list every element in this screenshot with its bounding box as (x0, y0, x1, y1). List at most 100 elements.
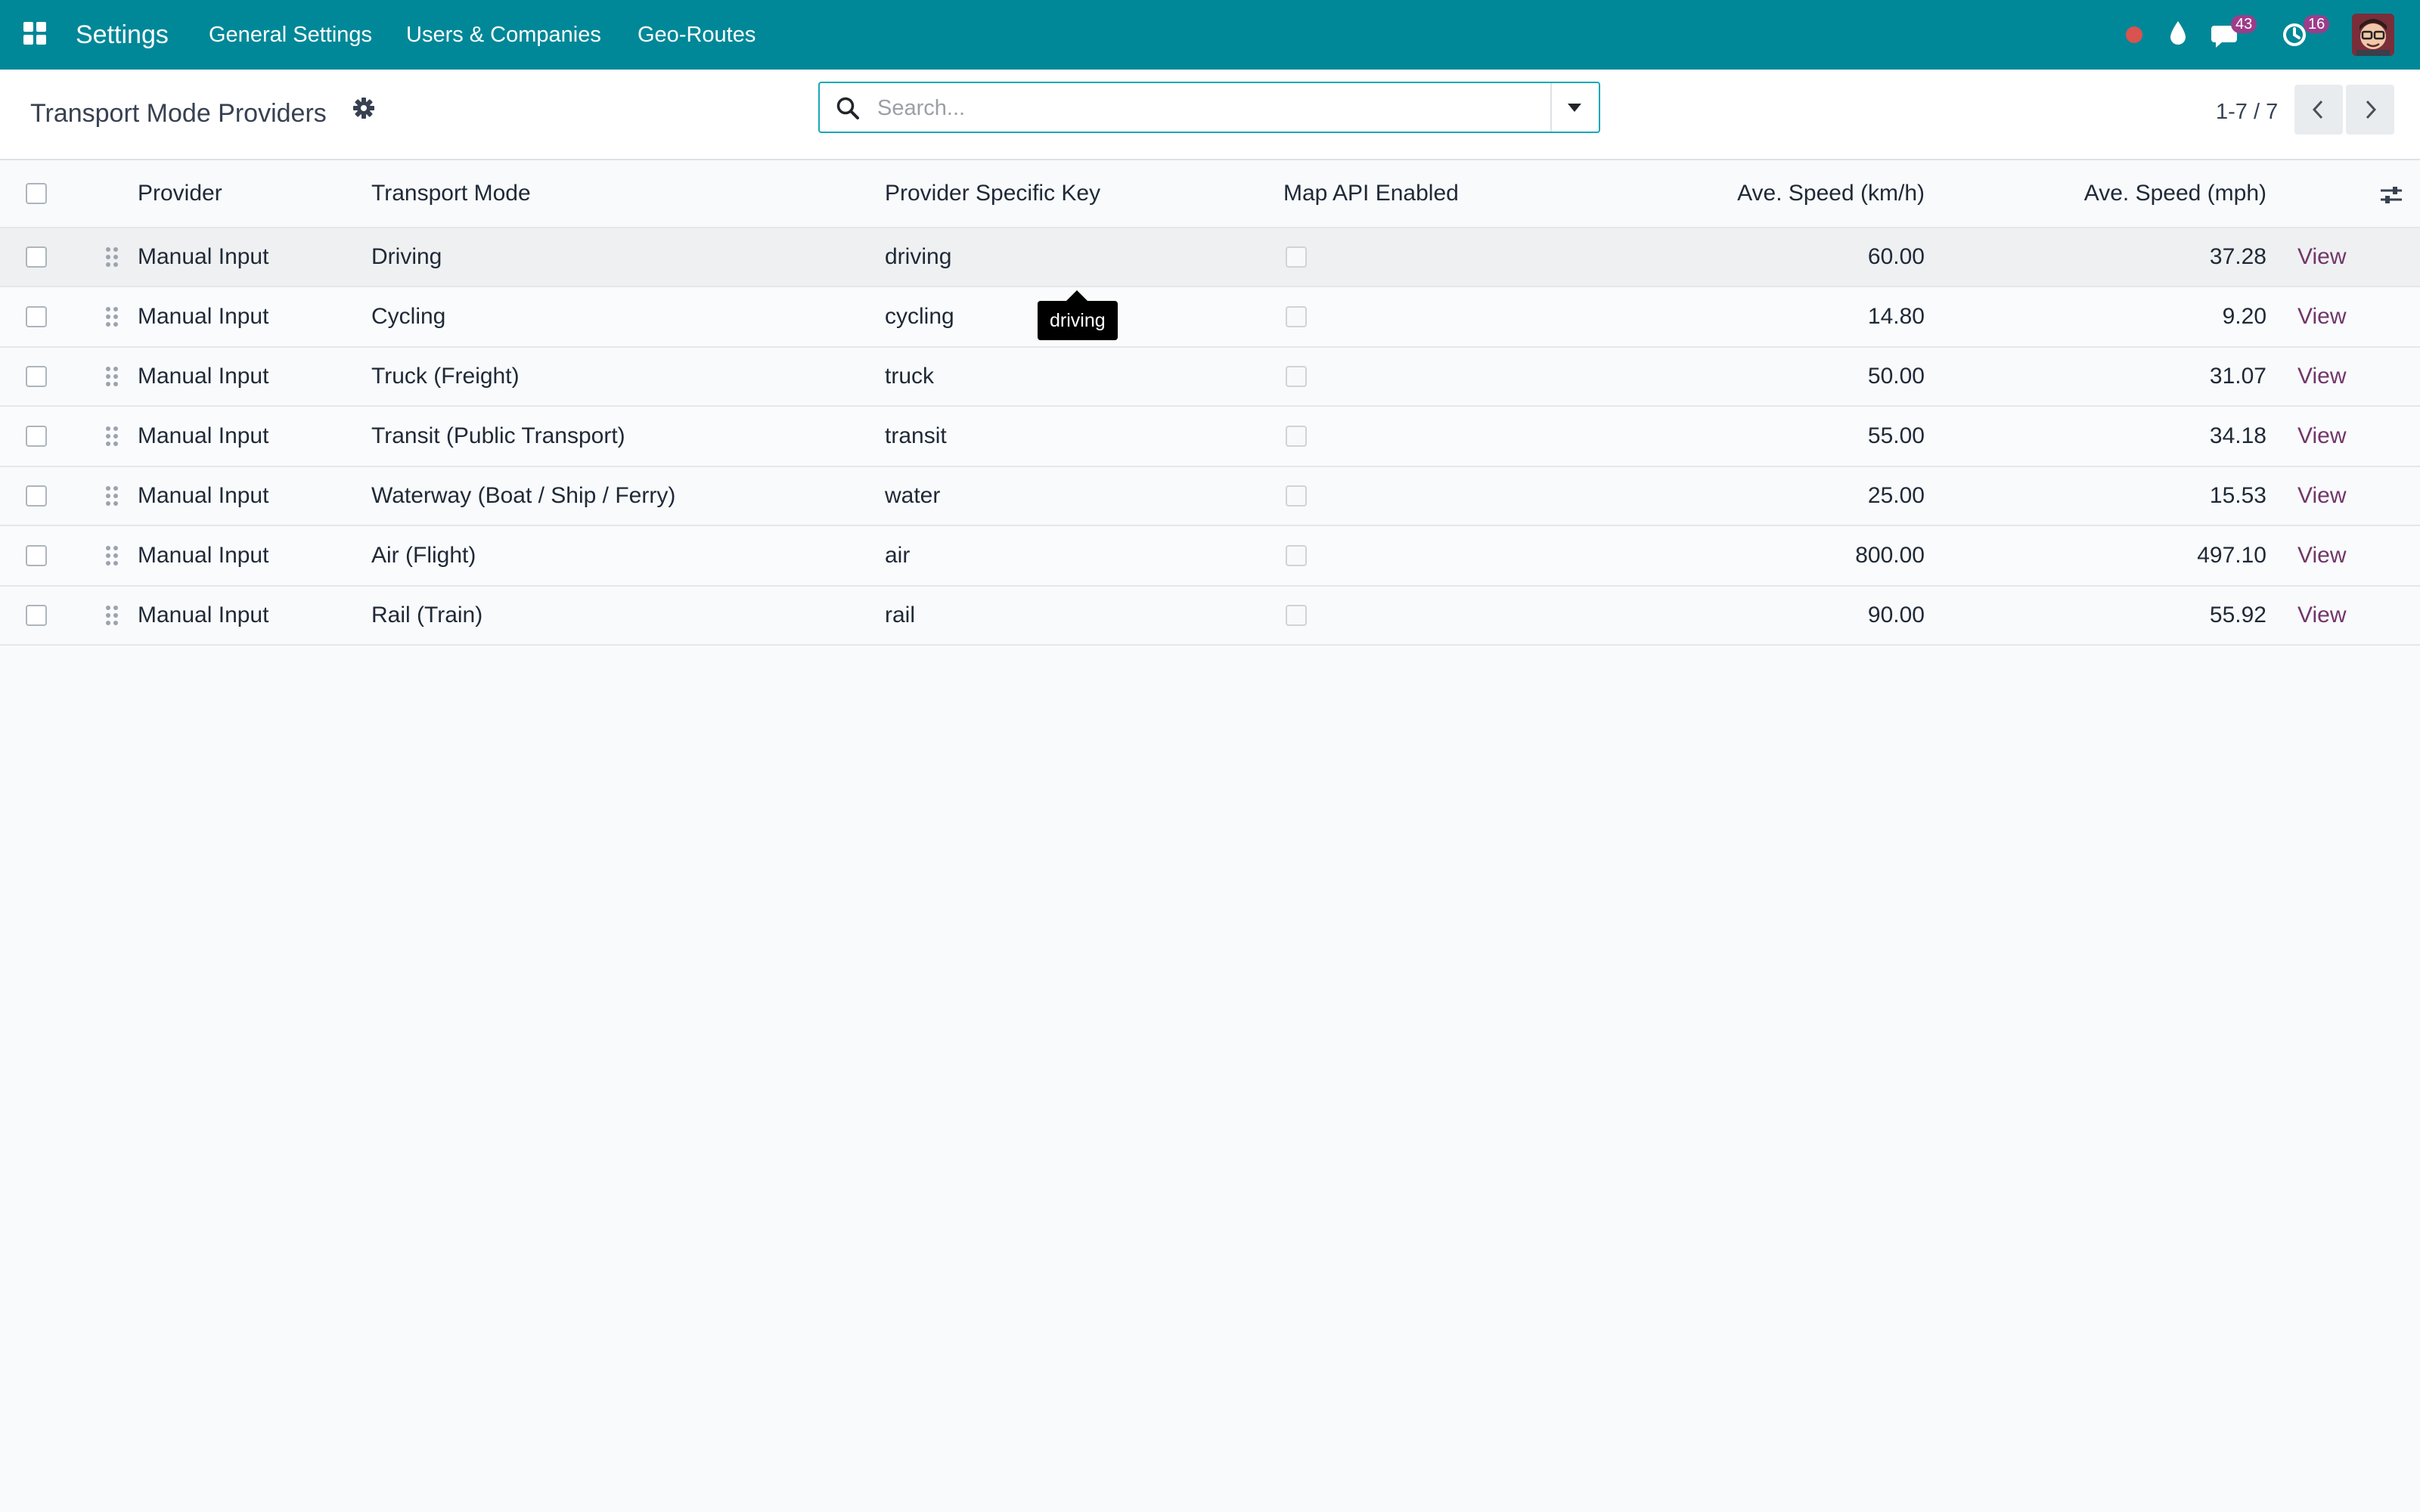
view-button[interactable]: View (2297, 244, 2346, 270)
cell-provider-key: rail (885, 603, 916, 627)
menu-general-settings[interactable]: General Settings (209, 0, 372, 70)
table-row[interactable]: Manual Input Cycling cycling 14.80 9.20 View (0, 287, 2420, 348)
map-api-enabled-checkbox (1286, 306, 1307, 327)
cell-provider-key: transit (885, 423, 947, 448)
table-row[interactable]: Manual Input Rail (Train) rail 90.00 55.92 Vi… (0, 587, 2420, 646)
recording-dot-icon[interactable] (2124, 24, 2145, 45)
map-api-enabled-checkbox (1286, 426, 1307, 447)
droplet-icon[interactable] (2167, 20, 2189, 47)
view-button[interactable]: View (2297, 423, 2346, 449)
pager-next-button[interactable] (2346, 85, 2394, 135)
search-box (818, 82, 1600, 133)
row-select-checkbox[interactable] (26, 366, 47, 387)
chevron-left-icon (2312, 100, 2323, 119)
view-button[interactable]: View (2297, 483, 2346, 509)
view-button[interactable]: View (2297, 304, 2346, 330)
cell-speed-kmh: 90.00 (1867, 603, 1925, 627)
table-row[interactable]: Manual Input Transit (Public Transport) tr… (0, 407, 2420, 467)
table-row[interactable]: Manual Input Driving driving 60.00 37.28 View (0, 228, 2420, 287)
row-select-checkbox[interactable] (26, 605, 47, 626)
drag-handle-icon[interactable] (104, 305, 119, 328)
select-all-checkbox[interactable] (26, 183, 47, 204)
drag-handle-icon[interactable] (104, 246, 119, 268)
cell-transport-mode: Waterway (Boat / Ship / Ferry) (371, 483, 676, 508)
cell-provider: Manual Input (138, 304, 269, 329)
view-button[interactable]: View (2297, 603, 2346, 628)
view-button[interactable]: View (2297, 543, 2346, 569)
map-api-enabled-checkbox (1286, 485, 1307, 507)
menu-users-companies[interactable]: Users & Companies (406, 0, 601, 70)
cell-speed-mph: 37.28 (2209, 244, 2266, 269)
cell-transport-mode: Driving (371, 244, 442, 269)
map-api-enabled-checkbox (1286, 246, 1307, 268)
search-input[interactable] (876, 88, 1575, 129)
table-row[interactable]: Manual Input Truck (Freight) truck 50.00 31.… (0, 348, 2420, 407)
cell-speed-kmh: 14.80 (1867, 304, 1925, 329)
cell-provider-key: cycling (885, 304, 954, 329)
column-header-map-api[interactable]: Map API Enabled (1283, 160, 1459, 227)
cell-provider: Manual Input (138, 423, 269, 448)
cell-speed-kmh: 60.00 (1867, 244, 1925, 269)
drag-handle-icon[interactable] (104, 425, 119, 448)
column-header-provider-key[interactable]: Provider Specific Key (885, 160, 1100, 227)
user-avatar[interactable] (2352, 14, 2394, 56)
optional-columns-icon[interactable] (2379, 183, 2403, 207)
cell-provider: Manual Input (138, 364, 269, 389)
column-header-speed-mph[interactable]: Ave. Speed (mph) (1966, 160, 2266, 227)
map-api-enabled-checkbox (1286, 545, 1307, 566)
column-header-speed-kmh[interactable]: Ave. Speed (km/h) (1588, 160, 1925, 227)
top-navbar: Settings General Settings Users & Compan… (0, 0, 2420, 70)
cell-provider-key: air (885, 543, 911, 568)
map-api-enabled-checkbox (1286, 605, 1307, 626)
drag-handle-icon[interactable] (104, 365, 119, 388)
page-title: Transport Mode Providers (30, 99, 327, 128)
cell-speed-mph: 34.18 (2209, 423, 2266, 448)
drag-handle-icon[interactable] (104, 544, 119, 567)
cell-transport-mode: Cycling (371, 304, 446, 329)
cell-speed-kmh: 50.00 (1867, 364, 1925, 389)
cell-speed-mph: 497.10 (2197, 543, 2266, 568)
cell-provider: Manual Input (138, 483, 269, 508)
cell-provider-key: driving (885, 244, 952, 269)
pager-value[interactable]: 1-7 / 7 (2216, 91, 2278, 133)
gear-icon[interactable] (352, 97, 375, 119)
chat-icon[interactable]: 43 (2211, 15, 2257, 51)
activities-badge: 16 (2304, 15, 2330, 33)
map-api-enabled-checkbox (1286, 366, 1307, 387)
clock-icon[interactable]: 16 (2282, 15, 2330, 51)
search-options-toggle[interactable] (1550, 83, 1599, 132)
menu-geo-routes[interactable]: Geo-Routes (638, 0, 755, 70)
row-select-checkbox[interactable] (26, 246, 47, 268)
pager-previous-button[interactable] (2294, 85, 2343, 135)
drag-handle-icon[interactable] (104, 604, 119, 627)
drag-handle-icon[interactable] (104, 485, 119, 507)
apps-grid-icon[interactable] (23, 21, 47, 45)
view-button[interactable]: View (2297, 364, 2346, 389)
column-header-transport-mode[interactable]: Transport Mode (371, 160, 531, 227)
cell-speed-mph: 31.07 (2209, 364, 2266, 389)
chevron-right-icon (2366, 100, 2377, 119)
row-select-checkbox[interactable] (26, 485, 47, 507)
app-title[interactable]: Settings (76, 0, 169, 70)
cell-transport-mode: Rail (Train) (371, 603, 483, 627)
cell-provider-key: truck (885, 364, 935, 389)
cell-speed-mph: 15.53 (2209, 483, 2266, 508)
row-select-checkbox[interactable] (26, 426, 47, 447)
row-select-checkbox[interactable] (26, 306, 47, 327)
table-row[interactable]: Manual Input Waterway (Boat / Ship / Ferr… (0, 467, 2420, 526)
cell-provider: Manual Input (138, 603, 269, 627)
messages-badge: 43 (2231, 15, 2257, 33)
cell-provider: Manual Input (138, 543, 269, 568)
search-icon (835, 95, 861, 121)
cell-provider: Manual Input (138, 244, 269, 269)
table-row[interactable]: Manual Input Air (Flight) air 800.00 497.10 V… (0, 526, 2420, 587)
cell-speed-kmh: 800.00 (1855, 543, 1925, 568)
table-header: Provider Transport Mode Provider Specifi… (0, 160, 2420, 228)
cell-transport-mode: Truck (Freight) (371, 364, 520, 389)
cell-transport-mode: Air (Flight) (371, 543, 476, 568)
cell-speed-kmh: 55.00 (1867, 423, 1925, 448)
row-select-checkbox[interactable] (26, 545, 47, 566)
column-header-provider[interactable]: Provider (138, 160, 222, 227)
caret-down-icon (1568, 104, 1581, 112)
control-panel: Transport Mode Providers Search... 1-7 /… (0, 70, 2420, 160)
